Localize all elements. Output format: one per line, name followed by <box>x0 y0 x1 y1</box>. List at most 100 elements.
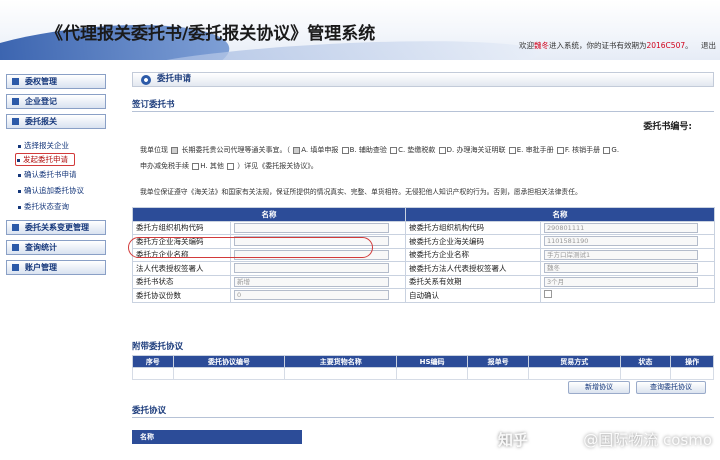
status-select[interactable]: 新增 <box>234 276 389 287</box>
field-label: 被委托方企业海关编码 <box>405 234 541 249</box>
add-agreement-button[interactable]: 新增协议 <box>568 381 630 394</box>
field-label: 委托方组织机构代码 <box>132 220 231 235</box>
option-b-checkbox[interactable] <box>341 146 349 154</box>
attachments-table: 序号 委托协议编号 主要货物名称 HS编码 报单号 贸易方式 状态 操作 <box>132 355 714 380</box>
panel-title: 委托申请 <box>157 74 192 84</box>
col-header: 报单号 <box>467 355 530 368</box>
app-title: 《代理报关委托书/委托报关协议》管理系统 <box>46 24 376 44</box>
user-name: 魏冬 <box>533 41 549 50</box>
sidebar-item-confirm-request[interactable]: 确认委托书申请 <box>18 169 77 180</box>
agreement-table-header: 名称 <box>132 430 302 444</box>
col-header: 委托协议编号 <box>172 355 286 368</box>
sidebar-item-confirm-extra[interactable]: 确认追加委托协议 <box>18 185 84 196</box>
col-header: 序号 <box>132 355 174 368</box>
dot-icon <box>18 144 21 148</box>
field-cell: 3个月 <box>540 274 715 289</box>
divider <box>132 417 714 418</box>
app-header: 《代理报关委托书/委托报关协议》管理系统 欢迎魏冬进入系统，你的证书有效期为20… <box>0 0 720 60</box>
attachments-title: 附带委托协议 <box>132 342 184 352</box>
col-header: 操作 <box>670 355 714 368</box>
option-e-checkbox[interactable] <box>508 146 516 154</box>
table-header-row: 名称 名称 <box>132 207 715 222</box>
watermark-text: @国际物流 cosmo <box>583 431 712 449</box>
highlight-annotation <box>128 237 373 258</box>
option-c-checkbox[interactable] <box>390 146 398 154</box>
col-header: 贸易方式 <box>528 355 621 368</box>
field-label: 法人代表授权签署人 <box>132 261 231 276</box>
client-org-code-input[interactable] <box>234 222 389 233</box>
sidebar-section-change-mgmt[interactable]: 委托关系变更管理 <box>6 220 106 235</box>
sidebar-item-label: 确认委托书申请 <box>24 170 77 179</box>
divider <box>132 111 714 112</box>
option-c-label: C. 垫缴税款 <box>398 146 436 154</box>
field-label: 被委托方组织机构代码 <box>405 220 541 235</box>
agent-customs-code-input[interactable]: 1101581190 <box>544 236 698 247</box>
field-label: 委托书状态 <box>132 274 231 289</box>
bullet-icon <box>12 264 19 271</box>
col-header: 主要货物名称 <box>284 355 398 368</box>
bullet-icon <box>12 224 19 231</box>
query-agreement-button[interactable]: 查询委托协议 <box>636 381 706 394</box>
option-h-label: H. 其他 <box>200 162 224 170</box>
field-cell <box>540 288 715 303</box>
sidebar-section-account[interactable]: 账户管理 <box>6 260 106 275</box>
field-cell: 手方口岸测试1 <box>540 247 715 262</box>
option-g-label: G. <box>611 146 620 154</box>
legal-statement: 我单位保证遵守《海关法》和国家有关法规，保证所提供的情况真实、完整、单货相符。无… <box>140 188 582 196</box>
logout-link[interactable]: 退出 <box>701 41 716 50</box>
watermark-logo: 知乎 <box>497 431 528 449</box>
agent-name-input[interactable]: 手方口岸测试1 <box>544 249 698 260</box>
option-f-checkbox[interactable] <box>556 146 564 154</box>
sidebar-item-initiate-request[interactable]: 发起委托申请 <box>15 153 75 166</box>
sidebar-section-label: 委托关系变更管理 <box>25 223 89 232</box>
agreement-count-input[interactable]: 0 <box>234 290 389 301</box>
para-text: 长期委托贵公司代理等通关事宜。（ <box>181 146 290 154</box>
bullet-icon <box>12 118 19 125</box>
dot-icon <box>18 189 21 193</box>
option-d-label: D. 办理海关证明联 <box>446 146 506 154</box>
sidebar-item-select-broker[interactable]: 选择报关企业 <box>18 140 69 151</box>
agent-signer-input[interactable]: 魏冬 <box>544 263 698 274</box>
sidebar-section-statistics[interactable]: 查询统计 <box>6 240 106 255</box>
table-row: 法人代表授权签署人 被委托方法人代表授权签署人 魏冬 <box>132 261 715 276</box>
sidebar-item-label: 发起委托申请 <box>23 155 68 164</box>
bullet-icon <box>12 78 19 85</box>
field-label: 委托关系有效期 <box>405 274 541 289</box>
sidebar-section-registration[interactable]: 企业登记 <box>6 94 106 109</box>
col-header: 状态 <box>619 355 672 368</box>
field-cell <box>230 261 406 276</box>
agent-org-code-input[interactable]: 290801111 <box>544 222 698 233</box>
auto-confirm-checkbox[interactable] <box>544 290 552 299</box>
field-cell: 290801111 <box>540 220 715 235</box>
option-d-checkbox[interactable] <box>438 146 446 154</box>
long-term-checkbox[interactable] <box>171 146 179 154</box>
dot-icon <box>18 173 21 177</box>
col-header-right: 名称 <box>405 207 715 222</box>
field-label: 被委托方法人代表授权签署人 <box>405 261 541 276</box>
validity-select[interactable]: 3个月 <box>544 276 698 287</box>
table-header-row: 序号 委托协议编号 主要货物名称 HS编码 报单号 贸易方式 状态 操作 <box>132 355 714 368</box>
sidebar-section-label: 账户管理 <box>25 263 57 272</box>
option-g-checkbox[interactable] <box>603 146 611 154</box>
doc-no-label: 委托书编号: <box>643 122 692 132</box>
option-a-checkbox[interactable] <box>293 146 301 154</box>
welcome-prefix: 欢迎 <box>518 41 534 50</box>
field-cell <box>230 220 406 235</box>
sidebar-section-delegation[interactable]: 委托报关 <box>6 114 106 129</box>
col-header-left: 名称 <box>132 207 406 222</box>
sidebar: 委权管理 企业登记 委托报关 选择报关企业 发起委托申请 确认委托书申请 确认追… <box>0 68 112 460</box>
option-other-checkbox[interactable] <box>227 162 235 170</box>
sidebar-section-auth[interactable]: 委权管理 <box>6 74 106 89</box>
option-h-checkbox[interactable] <box>192 162 200 170</box>
para-text: 我单位现 <box>140 146 168 154</box>
sidebar-item-status-query[interactable]: 委托状态查询 <box>18 201 69 212</box>
bullet-icon <box>12 98 19 105</box>
sidebar-item-label: 委托状态查询 <box>24 202 69 211</box>
table-row: 委托方组织机构代码 被委托方组织机构代码 290801111 <box>132 220 715 235</box>
sidebar-item-label: 选择报关企业 <box>24 141 69 150</box>
col-header: HS编码 <box>396 355 469 368</box>
welcome-text: 欢迎魏冬进入系统，你的证书有效期为2016C507。 退出 <box>518 41 716 50</box>
option-e-label: E. 审批手册 <box>516 146 554 154</box>
para-text: ）详见《委托报关协议》。 <box>237 162 318 170</box>
client-signer-input[interactable] <box>234 263 389 274</box>
